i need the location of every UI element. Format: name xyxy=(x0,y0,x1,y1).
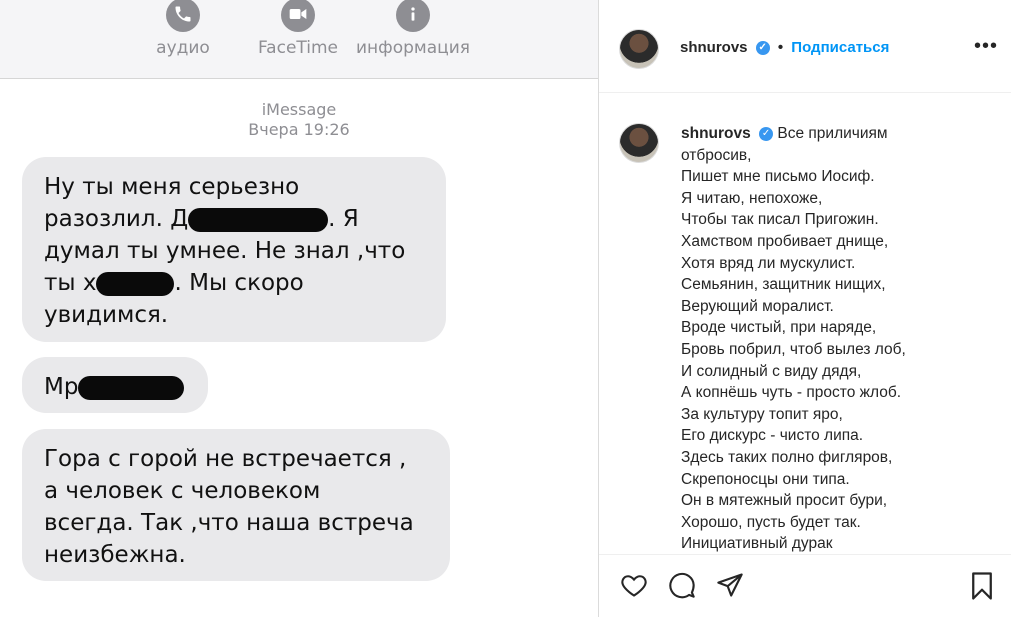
post-header: shnurovs ✓ • Подписаться ••• xyxy=(599,0,1011,93)
caption-text: Все приличиям xyxy=(777,125,888,142)
info-button[interactable]: информация xyxy=(353,0,473,58)
info-label: информация xyxy=(356,38,470,58)
caption-line: Семьянин, защитник нищих, xyxy=(681,276,886,294)
message-bubble-2[interactable]: Мр xyxy=(22,357,208,413)
caption-line: Хамством пробивает днище, xyxy=(681,232,889,250)
conversation-meta: iMessage Вчера 19:26 xyxy=(0,100,598,140)
caption-line: Здесь таких полно фигляров, xyxy=(681,448,893,466)
separator: • xyxy=(777,39,784,56)
heart-icon[interactable] xyxy=(619,571,649,604)
phone-icon xyxy=(166,0,200,32)
message-text: Мр xyxy=(44,371,186,403)
caption-line: Он в мятежный просит бури, xyxy=(681,492,888,510)
message-text: разозлил. Д. Я xyxy=(44,206,359,232)
message-text: Ну ты меня серьезно xyxy=(44,174,300,200)
facetime-label: FaceTime xyxy=(257,38,339,58)
caption-line: Чтобы так писал Пригожин. xyxy=(681,211,879,229)
comments-area: shnurovs ✓ Все приличиям отбросив, Пишет … xyxy=(599,93,1011,553)
action-bar xyxy=(599,554,1011,618)
avatar[interactable] xyxy=(619,123,659,163)
caption-line: Его дискурс - чисто липа. xyxy=(681,427,864,445)
timestamp: Вчера 19:26 xyxy=(248,120,350,139)
caption-line: Хотя вряд ли мускулист. xyxy=(681,254,856,272)
audio-button[interactable]: аудио xyxy=(123,0,243,58)
imessage-header: аудио FaceTime информация xyxy=(0,0,598,79)
caption-line: Вроде чистый, при наряде, xyxy=(681,319,877,337)
post-author: shnurovs ✓ • Подписаться xyxy=(680,39,889,56)
avatar[interactable] xyxy=(619,29,659,69)
redaction-mark xyxy=(78,375,185,400)
caption-line: Бровь побрил, чтоб вылез лоб, xyxy=(681,340,906,358)
caption-line: отбросив, xyxy=(681,146,752,164)
redaction-mark xyxy=(188,207,329,232)
audio-label: аудио xyxy=(156,38,210,58)
follow-button[interactable]: Подписаться xyxy=(791,39,889,56)
paper-plane-icon[interactable] xyxy=(715,571,745,604)
comment-icon[interactable] xyxy=(667,571,697,604)
video-camera-icon xyxy=(281,0,315,32)
caption-line: Пишет мне письмо Иосиф. xyxy=(681,168,875,186)
imessage-screenshot: аудио FaceTime информация iMessage Вчера… xyxy=(0,0,598,617)
more-options-icon[interactable]: ••• xyxy=(974,36,998,56)
facetime-button[interactable]: FaceTime xyxy=(238,0,358,58)
caption-line: Хорошо, пусть будет так. xyxy=(681,513,861,531)
message-text: всегда. Так ,что наша встреча xyxy=(44,510,414,536)
caption-line: Верующий моралист. xyxy=(681,297,834,315)
verified-badge-icon: ✓ xyxy=(759,126,774,141)
service-label: iMessage xyxy=(261,100,337,119)
message-text: а человек с человеком xyxy=(44,478,321,504)
message-bubble-3[interactable]: Гора с горой не встречается , а человек … xyxy=(22,429,450,581)
message-text: ты х. Мы скоро xyxy=(44,270,304,296)
caption-line: За культуру топит яро, xyxy=(681,405,843,423)
caption-line: Инициативный дурак xyxy=(681,535,833,553)
message-text: думал ты умнее. Не знал ,что xyxy=(44,238,406,264)
username-link[interactable]: shnurovs xyxy=(680,39,748,56)
caption-line: И солидный с виду дядя, xyxy=(681,362,862,380)
bookmark-icon[interactable] xyxy=(967,571,997,606)
message-text: Гора с горой не встречается , xyxy=(44,446,407,472)
caption-line: А копнёшь чуть - просто жлоб. xyxy=(681,384,902,402)
caption-line: Скрепоносцы они типа. xyxy=(681,470,850,488)
message-text: увидимся. xyxy=(44,302,169,328)
message-bubble-1[interactable]: Ну ты меня серьезно разозлил. Д. Я думал… xyxy=(22,157,446,342)
verified-badge-icon: ✓ xyxy=(755,41,770,56)
caption-line: Я читаю, непохоже, xyxy=(681,189,823,207)
redaction-mark xyxy=(96,271,175,296)
info-icon xyxy=(396,0,430,32)
message-text: неизбежна. xyxy=(44,542,186,568)
instagram-post-panel: shnurovs ✓ • Подписаться ••• shnurovs ✓ … xyxy=(598,0,1011,617)
caption-username[interactable]: shnurovs xyxy=(681,125,751,142)
post-caption: shnurovs ✓ Все приличиям отбросив, Пишет … xyxy=(681,123,1001,553)
